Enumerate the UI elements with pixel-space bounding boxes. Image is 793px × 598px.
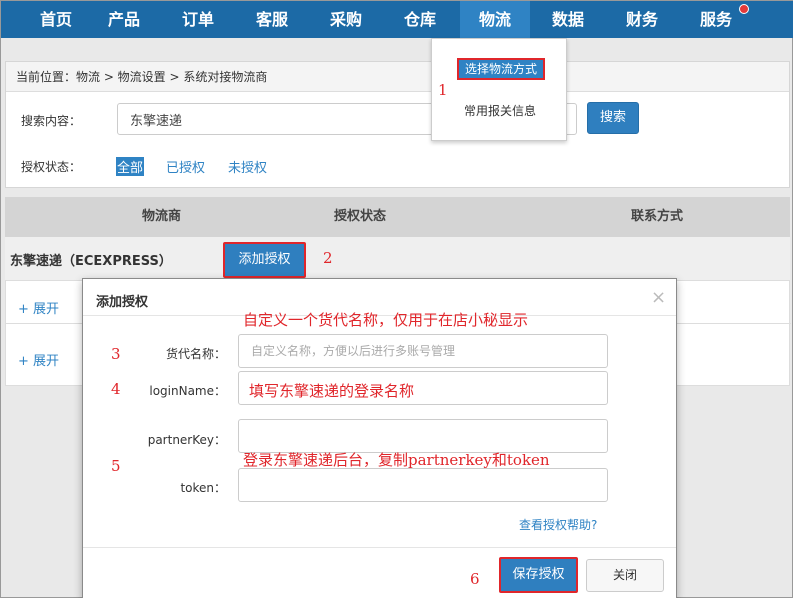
nav-item-warehouse[interactable]: 仓库	[385, 1, 455, 38]
table-row: 东擎速递（ECEXPRESS） 添加授权 2	[5, 237, 790, 281]
filter-authorized[interactable]: 已授权	[166, 157, 205, 176]
filter-all[interactable]: 全部	[116, 157, 145, 176]
logistics-dropdown-menu: 选择物流方式 常用报关信息	[431, 38, 567, 141]
token-input[interactable]	[238, 468, 608, 502]
close-icon[interactable]: ×	[651, 287, 666, 308]
close-button[interactable]: 关闭	[586, 559, 664, 592]
add-authorization-modal: 添加授权 × 自定义一个货代名称，仅用于在店小秘显示 3 货代名称： 4 log…	[82, 278, 677, 598]
annotation-number-1: 1	[438, 81, 448, 99]
token-label: token：	[180, 481, 226, 495]
save-authorization-button[interactable]: 保存授权	[499, 557, 578, 593]
modal-title: 添加授权	[96, 295, 149, 310]
annotation-number-2: 2	[323, 249, 333, 267]
nav-item-logistics[interactable]: 物流	[460, 1, 530, 38]
annotation-note-partnerkey: 登录东擎速递后台，复制partnerkey和token	[243, 451, 550, 469]
annotation-number-6: 6	[470, 570, 480, 588]
top-nav: 首页 产品 订单 客服 采购 仓库 物流 数据 财务 服务	[1, 1, 793, 38]
search-panel: 当前位置：物流 > 物流设置 > 系统对接物流商 搜索内容： 搜索 授权状态： …	[5, 61, 790, 188]
nav-item-customer-service[interactable]: 客服	[237, 1, 307, 38]
notification-dot-icon	[739, 4, 749, 14]
search-button[interactable]: 搜索	[587, 102, 639, 134]
forwarder-name-input[interactable]	[238, 334, 608, 368]
partner-key-input[interactable]	[238, 419, 608, 453]
auth-help-link[interactable]: 查看授权帮助?	[519, 516, 597, 533]
menu-item-customs-info[interactable]: 常用报关信息	[432, 101, 568, 121]
column-header-contact: 联系方式	[631, 209, 684, 224]
nav-item-home[interactable]: 首页	[21, 1, 91, 38]
column-header-carrier: 物流商	[142, 209, 182, 224]
auth-status-label: 授权状态：	[21, 160, 82, 174]
breadcrumb: 当前位置：物流 > 物流设置 > 系统对接物流商	[6, 62, 789, 92]
add-authorization-button[interactable]: 添加授权	[223, 242, 306, 278]
login-name-label: loginName：	[149, 384, 226, 398]
annotation-note-login: 填写东擎速递的登录名称	[249, 382, 415, 400]
menu-item-select-shipping-method[interactable]: 选择物流方式	[457, 58, 545, 80]
search-label: 搜索内容：	[21, 114, 82, 128]
nav-item-products[interactable]: 产品	[89, 1, 159, 38]
partner-key-label: partnerKey：	[147, 433, 226, 447]
forwarder-name-label: 货代名称：	[165, 347, 226, 361]
annotation-note-name: 自定义一个货代名称，仅用于在店小秘显示	[243, 311, 529, 329]
nav-item-purchasing[interactable]: 采购	[311, 1, 381, 38]
filter-unauthorized[interactable]: 未授权	[228, 157, 267, 176]
nav-item-data[interactable]: 数据	[533, 1, 603, 38]
expand-link[interactable]: + 展开	[18, 350, 59, 369]
table-header: 物流商 授权状态 联系方式	[5, 197, 790, 237]
expand-link[interactable]: + 展开	[18, 298, 59, 317]
annotation-number-5: 5	[111, 457, 121, 475]
nav-item-orders[interactable]: 订单	[163, 1, 233, 38]
column-header-auth-status: 授权状态	[334, 209, 387, 224]
carrier-name: 东擎速递（ECEXPRESS）	[10, 254, 172, 269]
nav-item-finance[interactable]: 财务	[607, 1, 677, 38]
